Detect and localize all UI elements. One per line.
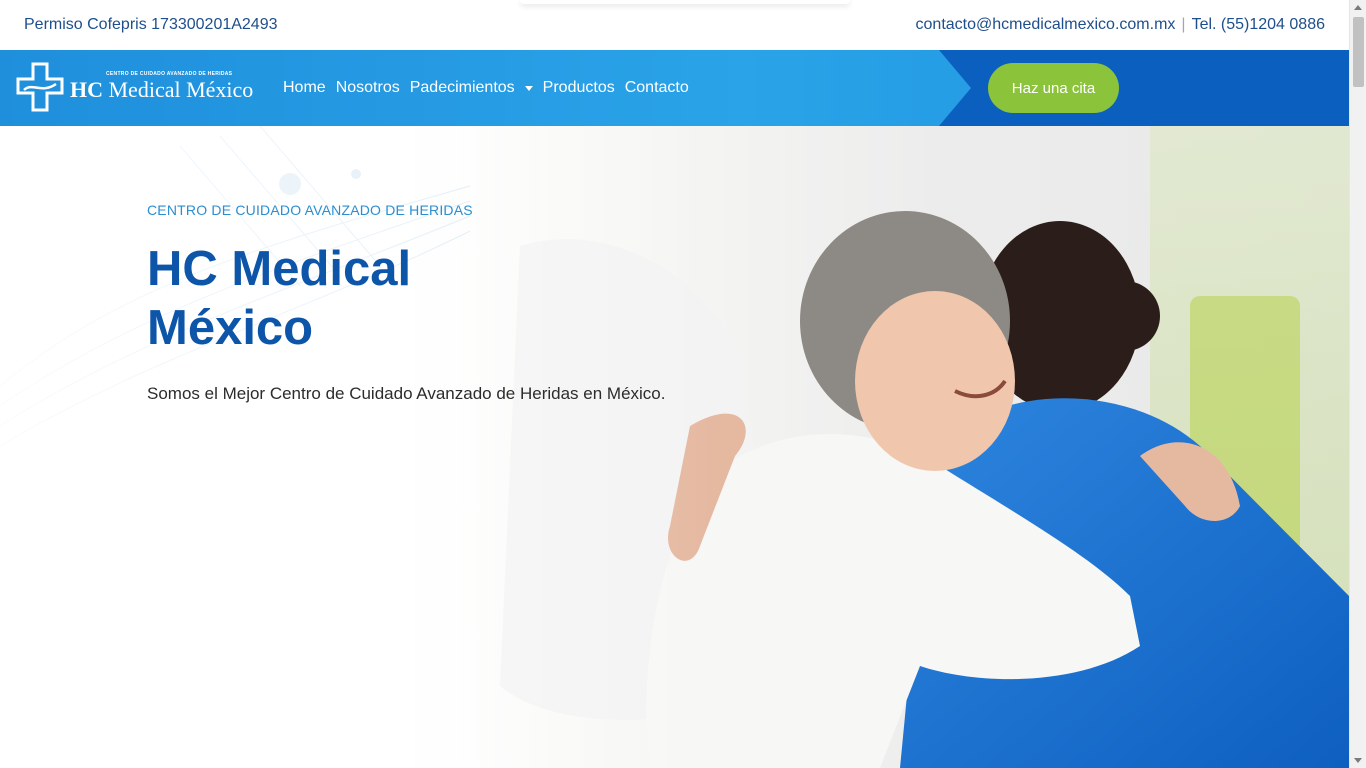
- email-link[interactable]: contacto@hcmedicalmexico.com.mx: [916, 16, 1176, 34]
- logo-brand-rest: Medical México: [108, 77, 254, 102]
- nav-item-padecimientos-label: Padecimientos: [409, 79, 515, 96]
- scroll-up-arrow-icon[interactable]: [1354, 5, 1362, 10]
- nav-item-padecimientos[interactable]: Padecimientos: [410, 79, 533, 97]
- medical-cross-icon: [16, 62, 64, 112]
- nav-item-home[interactable]: Home: [283, 79, 326, 97]
- logo-wordmark: CENTRO DE CUIDADO AVANZADO DE HERIDAS HC…: [70, 71, 253, 103]
- logo-brand: HC Medical México: [70, 77, 253, 103]
- page-scrollbar[interactable]: [1349, 0, 1366, 768]
- nav-item-nosotros[interactable]: Nosotros: [336, 79, 400, 97]
- hero-title: HC Medical México: [147, 242, 412, 355]
- contact-info: contacto@hcmedicalmexico.com.mx | Tel. (…: [916, 16, 1325, 34]
- book-appointment-button[interactable]: Haz una cita: [988, 63, 1119, 113]
- nav-item-contacto[interactable]: Contacto: [625, 79, 689, 97]
- site-logo[interactable]: CENTRO DE CUIDADO AVANZADO DE HERIDAS HC…: [16, 62, 253, 112]
- hero-text-block: CENTRO DE CUIDADO AVANZADO DE HERIDAS HC…: [147, 202, 665, 404]
- nav-links: Home Nosotros Padecimientos Productos Co…: [283, 50, 689, 126]
- cofepris-permit: Permiso Cofepris 173300201A2493: [24, 16, 278, 33]
- topbar-shadow-tab: [520, 0, 850, 4]
- scroll-down-arrow-icon[interactable]: [1354, 758, 1362, 763]
- phone-link[interactable]: Tel. (55)1204 0886: [1192, 16, 1325, 34]
- main-navbar: CENTRO DE CUIDADO AVANZADO DE HERIDAS HC…: [0, 50, 1349, 126]
- hero-lead: Somos el Mejor Centro de Cuidado Avanzad…: [147, 384, 666, 403]
- scroll-thumb[interactable]: [1353, 17, 1364, 87]
- logo-brand-bold: HC: [70, 77, 103, 102]
- hero-section: CENTRO DE CUIDADO AVANZADO DE HERIDAS HC…: [0, 126, 1349, 768]
- top-info-bar: Permiso Cofepris 173300201A2493 contacto…: [0, 0, 1349, 50]
- nav-item-productos[interactable]: Productos: [543, 79, 615, 97]
- chevron-down-icon: [524, 85, 533, 91]
- contact-separator: |: [1181, 16, 1186, 33]
- hero-eyebrow: CENTRO DE CUIDADO AVANZADO DE HERIDAS: [147, 202, 473, 218]
